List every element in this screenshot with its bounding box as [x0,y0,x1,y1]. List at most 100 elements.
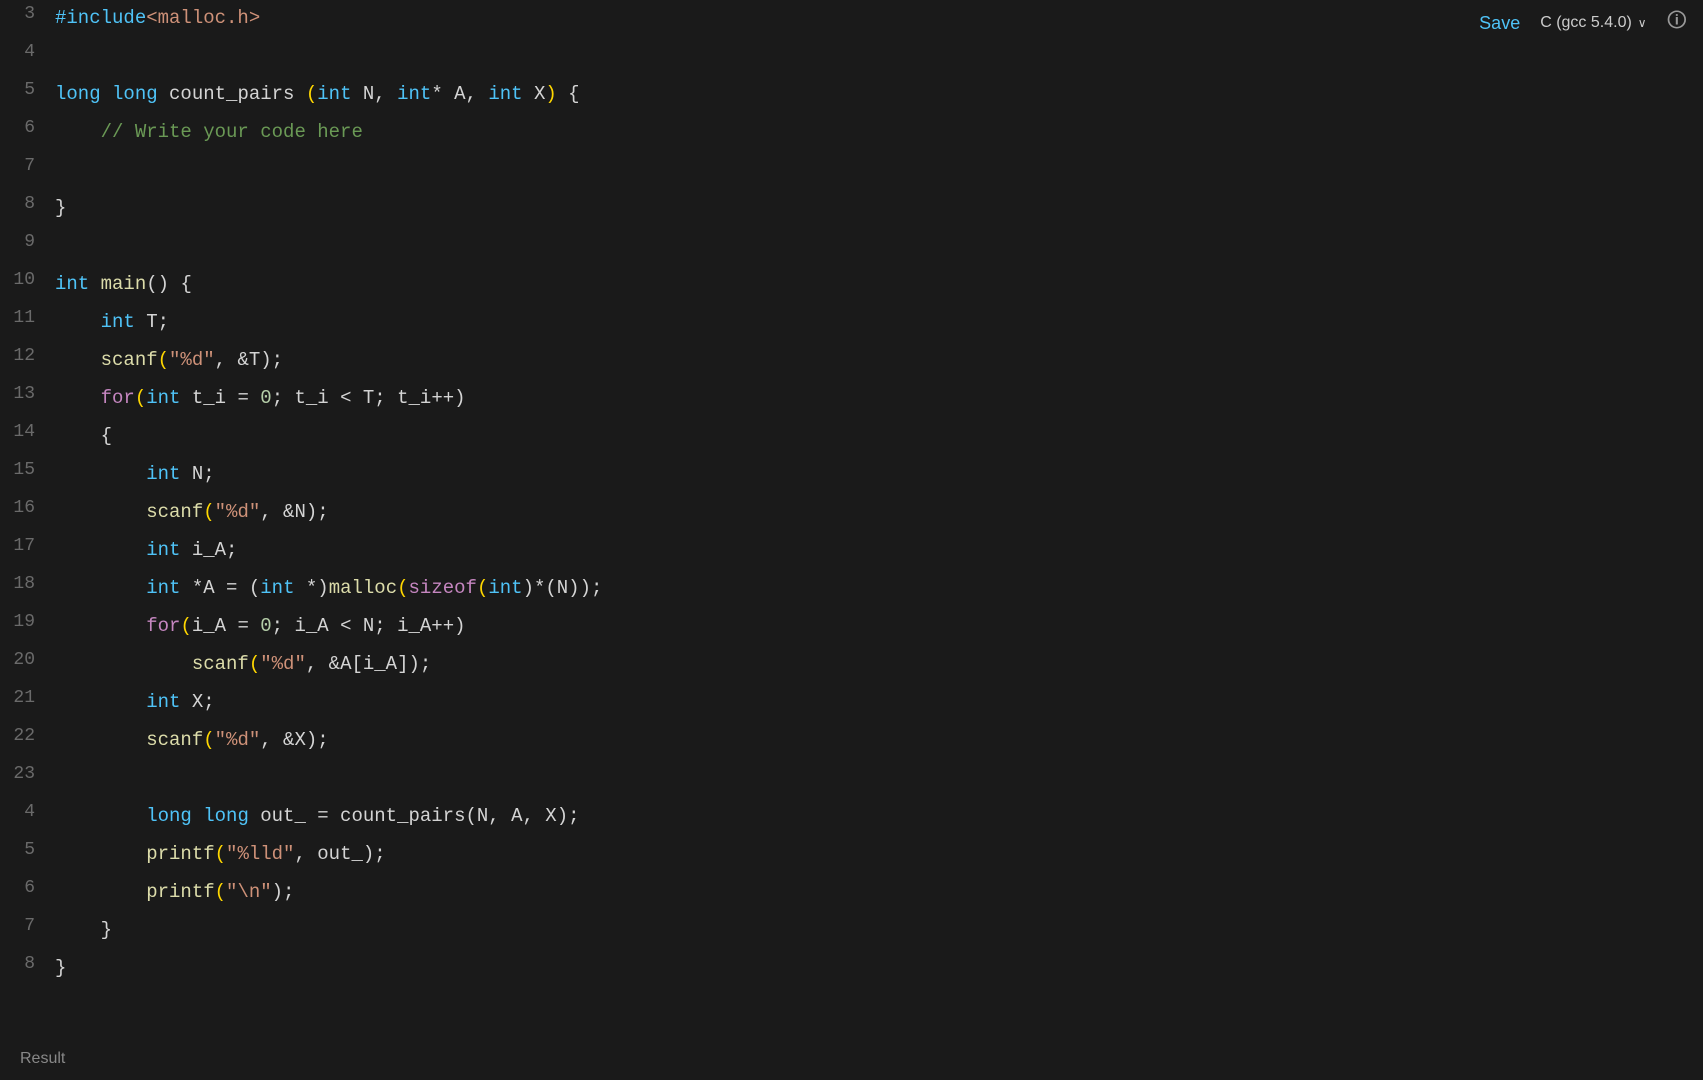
token-kw-type: int [260,577,294,599]
token-paren: ( [180,615,191,637]
line-number: 13 [0,382,55,404]
token-kw-type: int [146,539,180,561]
line-content: } [55,952,1703,983]
line-number: 8 [0,952,55,974]
line-number: 19 [0,610,55,632]
line-content [55,154,1703,185]
token-plain [55,311,101,333]
line-number: 5 [0,78,55,100]
token-kw-type: long [146,805,192,827]
code-line: 19 for(i_A = 0; i_A < N; i_A++) [0,608,1703,646]
token-fn-name: printf [146,881,214,903]
code-line: 7 [0,152,1703,190]
token-plain [55,615,146,637]
token-plain [55,577,146,599]
token-plain [55,729,146,751]
code-line: 5 printf("%lld", out_); [0,836,1703,874]
token-plain: X; [180,691,214,713]
line-content: printf("\n"); [55,876,1703,907]
token-plain: , &T); [215,349,283,371]
token-number: 0 [260,387,271,409]
line-content: // Write your code here [55,116,1703,147]
token-kw-type: long [203,805,249,827]
line-content: for(int t_i = 0; t_i < T; t_i++) [55,382,1703,413]
token-paren: ( [477,577,488,599]
line-content: scanf("%d", &A[i_A]); [55,648,1703,679]
line-number: 5 [0,838,55,860]
token-fn-name: scanf [146,501,203,523]
line-content: int T; [55,306,1703,337]
token-macro: #include [55,7,146,29]
line-number: 4 [0,800,55,822]
token-fn-name: main [101,273,147,295]
token-paren: ( [135,387,146,409]
token-plain [55,387,101,409]
token-kw-type: int [488,83,522,105]
line-content: int X; [55,686,1703,717]
line-number: 3 [0,2,55,24]
token-include-name: <malloc.h> [146,7,260,29]
line-content: scanf("%d", &T); [55,344,1703,375]
token-plain: () { [146,273,192,295]
token-plain [55,463,146,485]
token-kw-type: int [101,311,135,333]
token-plain: , &A[i_A]); [306,653,431,675]
code-line: 5long long count_pairs (int N, int* A, i… [0,76,1703,114]
token-plain [192,805,203,827]
code-line: 20 scanf("%d", &A[i_A]); [0,646,1703,684]
token-plain [55,653,192,675]
code-line: 6 printf("\n"); [0,874,1703,912]
chevron-down-icon: ∨ [1638,16,1647,30]
line-content: int *A = (int *)malloc(sizeof(int)*(N)); [55,572,1703,603]
line-number: 20 [0,648,55,670]
line-number: 14 [0,420,55,442]
line-content: #include<malloc.h> [55,2,1703,33]
token-comment: // Write your code here [101,121,363,143]
token-plain [55,539,146,561]
token-plain [55,501,146,523]
token-kw-type: long [55,83,101,105]
token-plain: T; [135,311,169,333]
bottom-label: Result [20,1050,65,1068]
code-line: 23 [0,760,1703,798]
line-number: 7 [0,914,55,936]
line-content: } [55,192,1703,223]
line-number: 10 [0,268,55,290]
code-editor[interactable]: 3#include<malloc.h>4 5long long count_pa… [0,0,1703,1080]
line-content: int N; [55,458,1703,489]
token-fn-name: scanf [146,729,203,751]
token-string: "%d" [260,653,306,675]
token-plain: { [55,425,112,447]
line-number: 23 [0,762,55,784]
save-button[interactable]: Save [1479,13,1520,34]
token-plain [55,881,146,903]
token-plain: } [55,957,66,979]
line-number: 17 [0,534,55,556]
language-selector[interactable]: C (gcc 5.4.0) ∨ [1540,14,1646,32]
token-plain: , &X); [260,729,328,751]
token-plain [55,843,146,865]
line-content: } [55,914,1703,945]
token-plain: , out_); [294,843,385,865]
token-string: "\n" [226,881,272,903]
top-bar: Save C (gcc 5.4.0) ∨ 🛈 [1463,0,1703,46]
token-paren: ( [215,881,226,903]
code-line: 21 int X; [0,684,1703,722]
code-line: 7 } [0,912,1703,950]
token-string: "%d" [169,349,215,371]
token-kw-type: int [317,83,351,105]
token-plain: X [523,83,546,105]
token-plain: * A, [431,83,488,105]
code-line: 13 for(int t_i = 0; t_i < T; t_i++) [0,380,1703,418]
line-content: scanf("%d", &N); [55,496,1703,527]
code-line: 10int main() { [0,266,1703,304]
token-plain: } [55,919,112,941]
token-plain [89,273,100,295]
token-fn-name: scanf [192,653,249,675]
line-number: 21 [0,686,55,708]
line-number: 4 [0,40,55,62]
token-kw-type: long [112,83,158,105]
token-fn-name: printf [146,843,214,865]
token-plain: { [557,83,580,105]
code-line: 4 [0,38,1703,76]
